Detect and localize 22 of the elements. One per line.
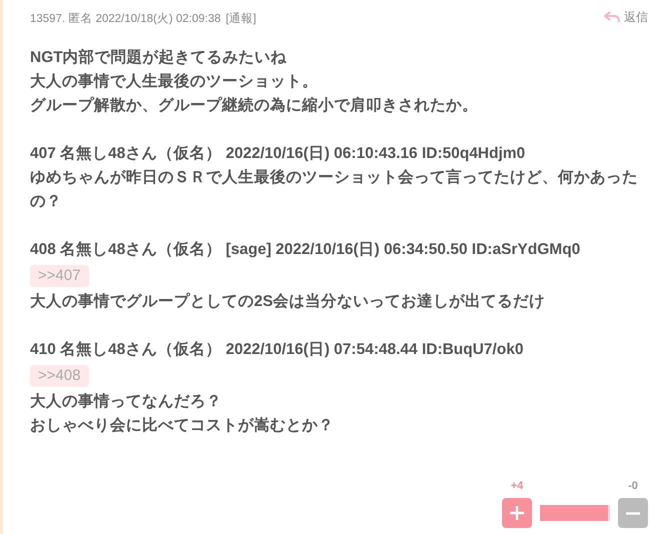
comment-text: NGT内部で問題が起きてるみたいね — [30, 48, 288, 68]
plus-icon — [509, 505, 525, 521]
comment-text: 大人の事情でグループとしての2S会は当分ないってお達しが出てるだけ — [30, 292, 546, 312]
comment-text: 大人の事情ってなんだろ？ — [30, 392, 223, 412]
reply-button[interactable]: 返信 — [604, 8, 648, 26]
upvote-count: +4 — [510, 478, 524, 494]
comment-text: 407 名無し48さん（仮名） 2022/10/16(日) 06:10:43.16 ID:50q4Hdjm0 — [30, 144, 526, 164]
report-link[interactable]: [通報] — [226, 11, 256, 28]
comment-text: 408 名無し48さん（仮名） [sage] 2022/10/16(日) 06:34:50.50 ID:aSrYdGMq0 — [30, 240, 582, 260]
comment-meta: 13597. 匿名 2022/10/18(火) 02:09:38 — [30, 12, 221, 27]
comment-text: 大人の事情で人生最後のツーショット。 — [30, 72, 319, 92]
comment-text: おしゃべり会に比べてコストが嵩むとか？ — [30, 416, 335, 436]
downvote-count: -0 — [628, 478, 638, 494]
comment-text: グループ解散か、グループ継続の為に縮小で肩叩きされたか。 — [30, 96, 479, 116]
anchor-link[interactable]: >>408 — [30, 365, 89, 388]
upvote-button[interactable] — [502, 498, 532, 528]
reply-arrow-icon — [604, 11, 620, 23]
downvote-button[interactable] — [618, 498, 648, 528]
anchor-link[interactable]: >>407 — [30, 265, 89, 288]
minus-icon — [625, 512, 641, 514]
comment-text: 410 名無し48さん（仮名） 2022/10/16(日) 07:54:48.44 ID:BuqU7/ok0 — [30, 340, 524, 360]
comment-text: ゆめちゃんが昨日のＳＲで人生最後のツーショット会って言ってたけど、何かあったの？ — [30, 168, 639, 212]
